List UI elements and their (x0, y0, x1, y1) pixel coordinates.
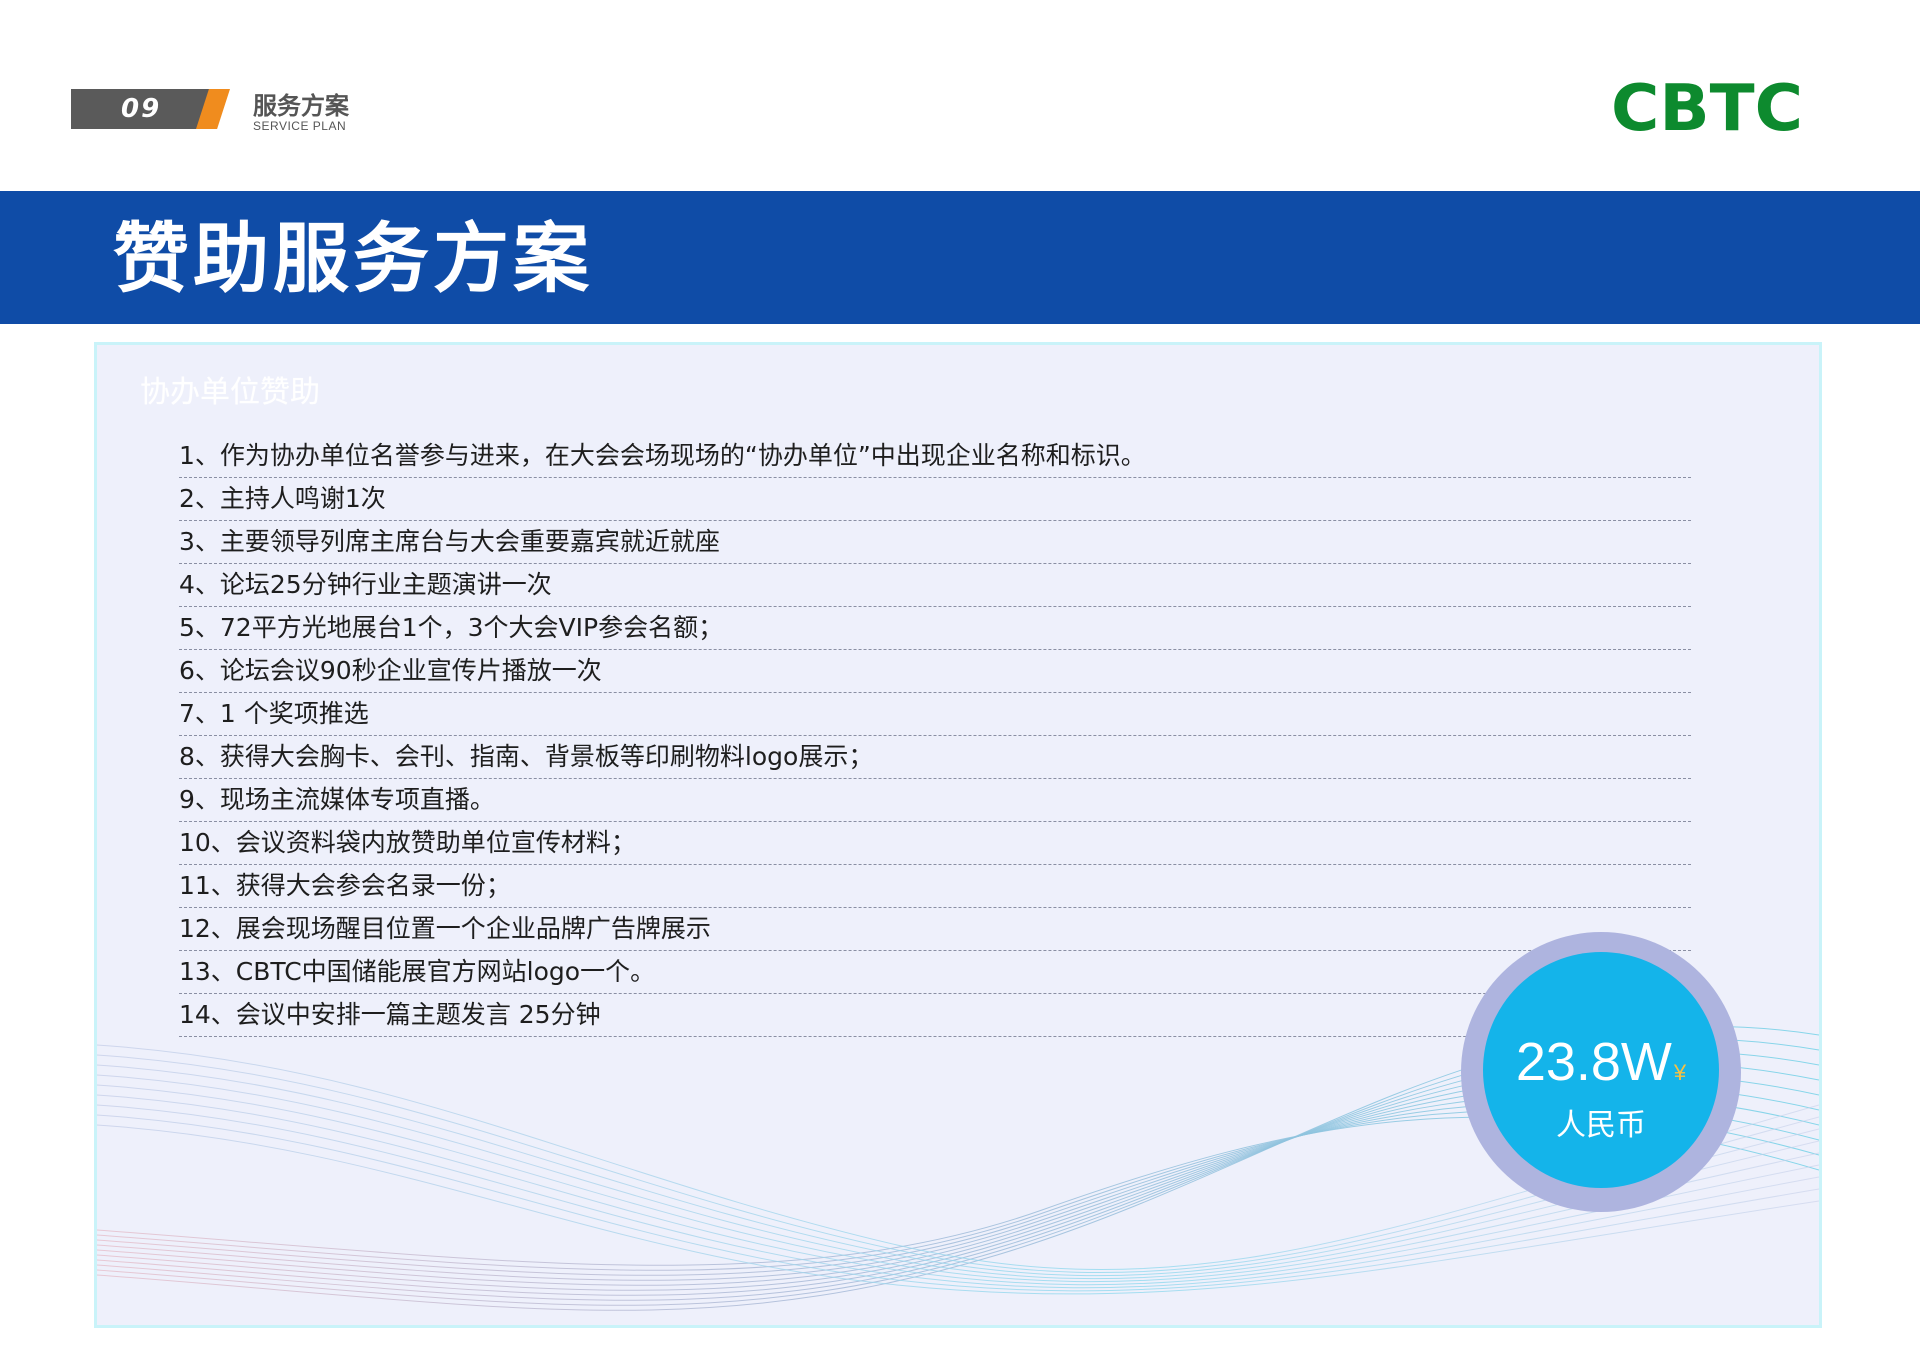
benefit-item: 4、论坛25分钟行业主题演讲一次 (179, 564, 1691, 607)
page-number: 09 (121, 94, 162, 124)
benefit-item: 3、主要领导列席主席台与大会重要嘉宾就近就座 (179, 521, 1691, 564)
section-title: 服务方案 (253, 92, 349, 120)
benefit-list: 1、作为协办单位名誉参与进来，在大会会场现场的“协办单位”中出现企业名称和标识。… (179, 435, 1691, 1037)
price-badge: 23.8W¥ 人民币 (1461, 932, 1741, 1212)
title-band: 赞助服务方案 (0, 191, 1920, 324)
currency-symbol: ¥ (1673, 1060, 1687, 1085)
benefit-item: 1、作为协办单位名誉参与进来，在大会会场现场的“协办单位”中出现企业名称和标识。 (179, 435, 1691, 478)
benefit-item: 8、获得大会胸卡、会刊、指南、背景板等印刷物料logo展示； (179, 736, 1691, 779)
benefit-item: 6、论坛会议90秒企业宣传片播放一次 (179, 650, 1691, 693)
page-title: 赞助服务方案 (113, 214, 593, 303)
brand-logo: CBTC (1611, 76, 1803, 134)
benefit-item: 14、会议中安排一篇主题发言 25分钟 (179, 994, 1691, 1037)
section-subtitle: SERVICE PLAN (253, 119, 347, 133)
benefit-item: 9、现场主流媒体专项直播。 (179, 779, 1691, 822)
benefit-item: 5、72平方光地展台1个，3个大会VIP参会名额； (179, 607, 1691, 650)
price-value: 23.8W (1515, 1032, 1672, 1092)
benefit-item: 7、1 个奖项推选 (179, 693, 1691, 736)
brand-logo-text: CBTC (1611, 76, 1803, 134)
benefit-item: 10、会议资料袋内放赞助单位宣传材料； (179, 822, 1691, 865)
price-amount: 23.8W¥ (1483, 1034, 1719, 1101)
price-currency-label: 人民币 (1556, 1108, 1646, 1143)
benefit-item: 2、主持人鸣谢1次 (179, 478, 1691, 521)
price-badge-inner: 23.8W¥ 人民币 (1483, 952, 1719, 1188)
panel-heading: 协办单位赞助 (140, 375, 320, 410)
benefit-item: 11、获得大会参会名录一份； (179, 865, 1691, 908)
benefit-item: 13、CBTC中国储能展官方网站logo一个。 (179, 951, 1691, 994)
benefit-item: 12、展会现场醒目位置一个企业品牌广告牌展示 (179, 908, 1691, 951)
